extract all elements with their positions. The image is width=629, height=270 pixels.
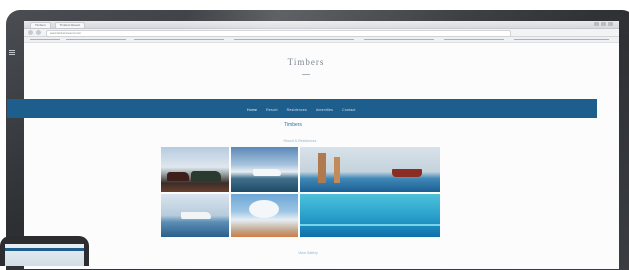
browser-tab[interactable]: Timbers — [30, 22, 51, 28]
section-title: Timbers — [284, 122, 302, 128]
main-navbar: Home Resort Residences Amenities Contact — [7, 99, 597, 118]
tablet-device — [0, 236, 89, 266]
nav-item-home[interactable]: Home — [247, 108, 257, 112]
nav-items: Home Resort Residences Amenities Contact — [247, 108, 356, 112]
gallery-image-pool[interactable] — [300, 194, 440, 237]
bookmark-item[interactable] — [234, 39, 354, 40]
address-bar: www.timbersresort.com — [24, 29, 619, 37]
browser-tab-strip: Timbers Timbers Resort — [24, 21, 619, 29]
bookmarks-bar — [24, 37, 619, 43]
nav-item-residences[interactable]: Residences — [287, 108, 307, 112]
minimize-icon[interactable] — [594, 22, 599, 26]
gallery-image-boat[interactable] — [231, 147, 298, 192]
nav-item-resort[interactable]: Resort — [266, 108, 278, 112]
gallery-image-yacht[interactable] — [161, 194, 229, 237]
section-subtitle: Resort & Residences — [283, 139, 317, 143]
tablet-screen — [5, 244, 84, 266]
logo-underline — [302, 70, 310, 75]
bookmark-item[interactable] — [444, 39, 504, 40]
gallery-image-harbor[interactable] — [300, 147, 440, 192]
bookmark-item[interactable] — [66, 39, 126, 40]
forward-icon[interactable] — [36, 30, 41, 35]
gallery-image-sky[interactable] — [231, 194, 298, 237]
nav-item-amenities[interactable]: Amenities — [316, 108, 333, 112]
close-icon[interactable] — [608, 22, 613, 26]
bookmark-item[interactable] — [364, 39, 434, 40]
window-controls — [594, 22, 613, 26]
tablet-navbar — [5, 248, 84, 251]
nav-item-contact[interactable]: Contact — [342, 108, 355, 112]
browser-tabs: Timbers Timbers Resort — [30, 22, 86, 28]
gallery-image-cars[interactable] — [161, 147, 229, 192]
gallery-link[interactable]: View Gallery — [288, 251, 328, 255]
bookmark-item[interactable] — [30, 39, 60, 40]
photo-gallery — [161, 147, 440, 237]
maximize-icon[interactable] — [601, 22, 606, 26]
url-input[interactable]: www.timbersresort.com — [46, 30, 511, 37]
bookmark-item[interactable] — [134, 39, 224, 40]
browser-tab[interactable]: Timbers Resort — [54, 22, 86, 28]
hamburger-menu-icon[interactable] — [9, 50, 15, 56]
bookmark-item[interactable] — [514, 39, 609, 40]
back-icon[interactable] — [28, 30, 33, 35]
site-logo[interactable]: Timbers — [286, 57, 326, 67]
